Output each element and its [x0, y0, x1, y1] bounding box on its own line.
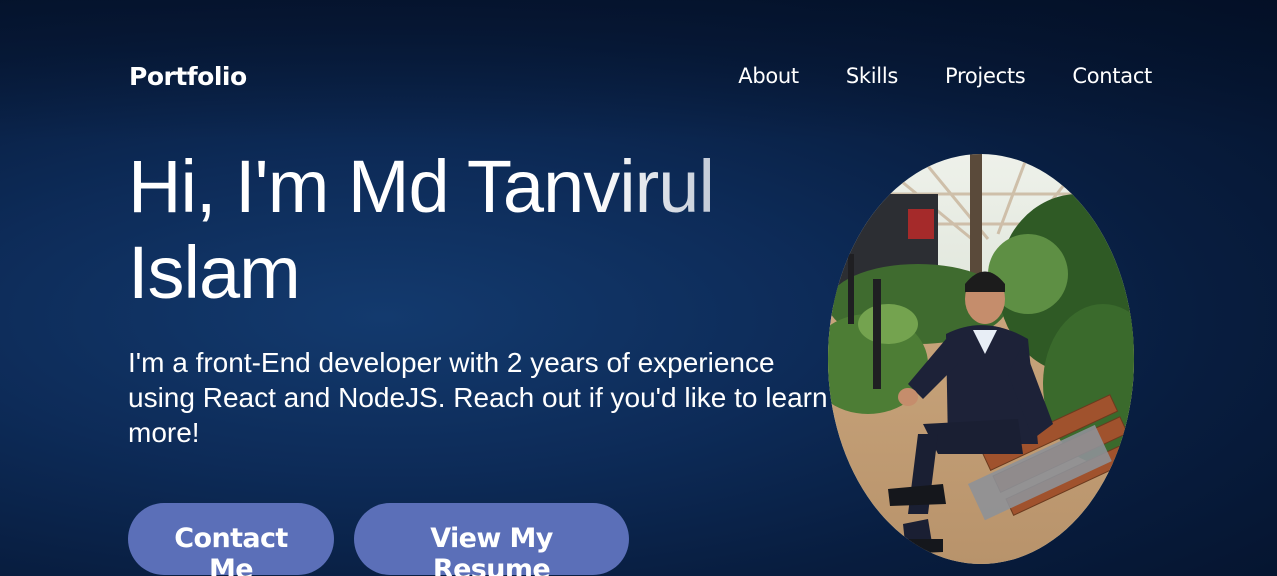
hero-actions: Contact Me View My Resume — [128, 503, 629, 576]
profile-photo — [828, 154, 1134, 564]
navbar: Portfolio About Skills Projects Contact — [129, 56, 1152, 96]
view-resume-button[interactable]: View My Resume — [354, 503, 629, 576]
hero-description: I'm a front-End developer with 2 years o… — [128, 347, 828, 448]
nav-links: About Skills Projects Contact — [738, 64, 1152, 88]
hero-title: Hi, I'm Md Tanvirul Islam — [128, 144, 768, 316]
portfolio-page: Portfolio About Skills Projects Contact … — [0, 0, 1277, 576]
nav-link-contact[interactable]: Contact — [1072, 64, 1152, 88]
contact-me-button[interactable]: Contact Me — [128, 503, 334, 576]
nav-link-about[interactable]: About — [738, 64, 799, 88]
nav-link-projects[interactable]: Projects — [945, 64, 1026, 88]
nav-link-skills[interactable]: Skills — [846, 64, 898, 88]
brand-logo[interactable]: Portfolio — [129, 62, 247, 91]
